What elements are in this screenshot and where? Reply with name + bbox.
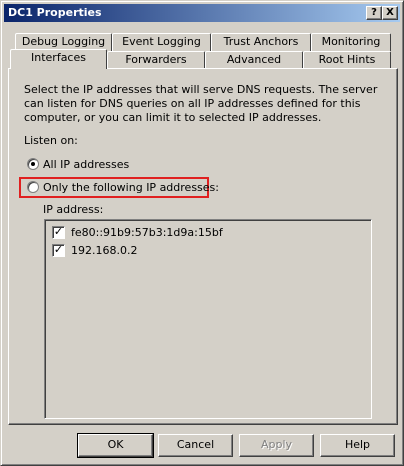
- radio-button-selected[interactable]: [27, 158, 39, 170]
- tab-trust-anchors[interactable]: Trust Anchors: [211, 33, 311, 51]
- tab-root-hints[interactable]: Root Hints: [303, 51, 391, 69]
- tab-interfaces[interactable]: Interfaces: [10, 49, 107, 69]
- dialog-window: DC1 Properties ? X Debug Logging Event L…: [0, 0, 404, 466]
- tab-forwarders[interactable]: Forwarders: [107, 51, 205, 69]
- window-title: DC1 Properties: [8, 6, 102, 19]
- cancel-button[interactable]: Cancel: [158, 434, 233, 457]
- ip-address-value: 192.168.0.2: [71, 244, 138, 257]
- checkbox-checked-icon[interactable]: ✓: [52, 244, 65, 257]
- tab-event-logging[interactable]: Event Logging: [112, 33, 211, 51]
- tab-monitoring[interactable]: Monitoring: [311, 33, 391, 51]
- help-title-button[interactable]: ?: [366, 6, 382, 20]
- title-bar[interactable]: DC1 Properties ? X: [4, 4, 400, 22]
- radio-only-label: Only the following IP addresses:: [43, 181, 219, 194]
- ok-button[interactable]: OK: [77, 433, 154, 458]
- help-button[interactable]: Help: [320, 434, 395, 457]
- radio-all-label: All IP addresses: [43, 158, 130, 171]
- ip-address-list[interactable]: ✓ fe80::91b9:57b3:1d9a:15bf ✓ 192.168.0.…: [44, 219, 372, 419]
- ip-address-label: IP address:: [43, 203, 104, 216]
- checkbox-checked-icon[interactable]: ✓: [52, 226, 65, 239]
- apply-button[interactable]: Apply: [239, 434, 314, 457]
- ip-address-value: fe80::91b9:57b3:1d9a:15bf: [71, 226, 223, 239]
- tab-advanced[interactable]: Advanced: [205, 51, 303, 69]
- radio-button-unselected[interactable]: [27, 181, 39, 193]
- close-button[interactable]: X: [382, 6, 398, 20]
- description-text: Select the IP addresses that will serve …: [24, 83, 378, 124]
- listen-on-label: Listen on:: [24, 134, 78, 147]
